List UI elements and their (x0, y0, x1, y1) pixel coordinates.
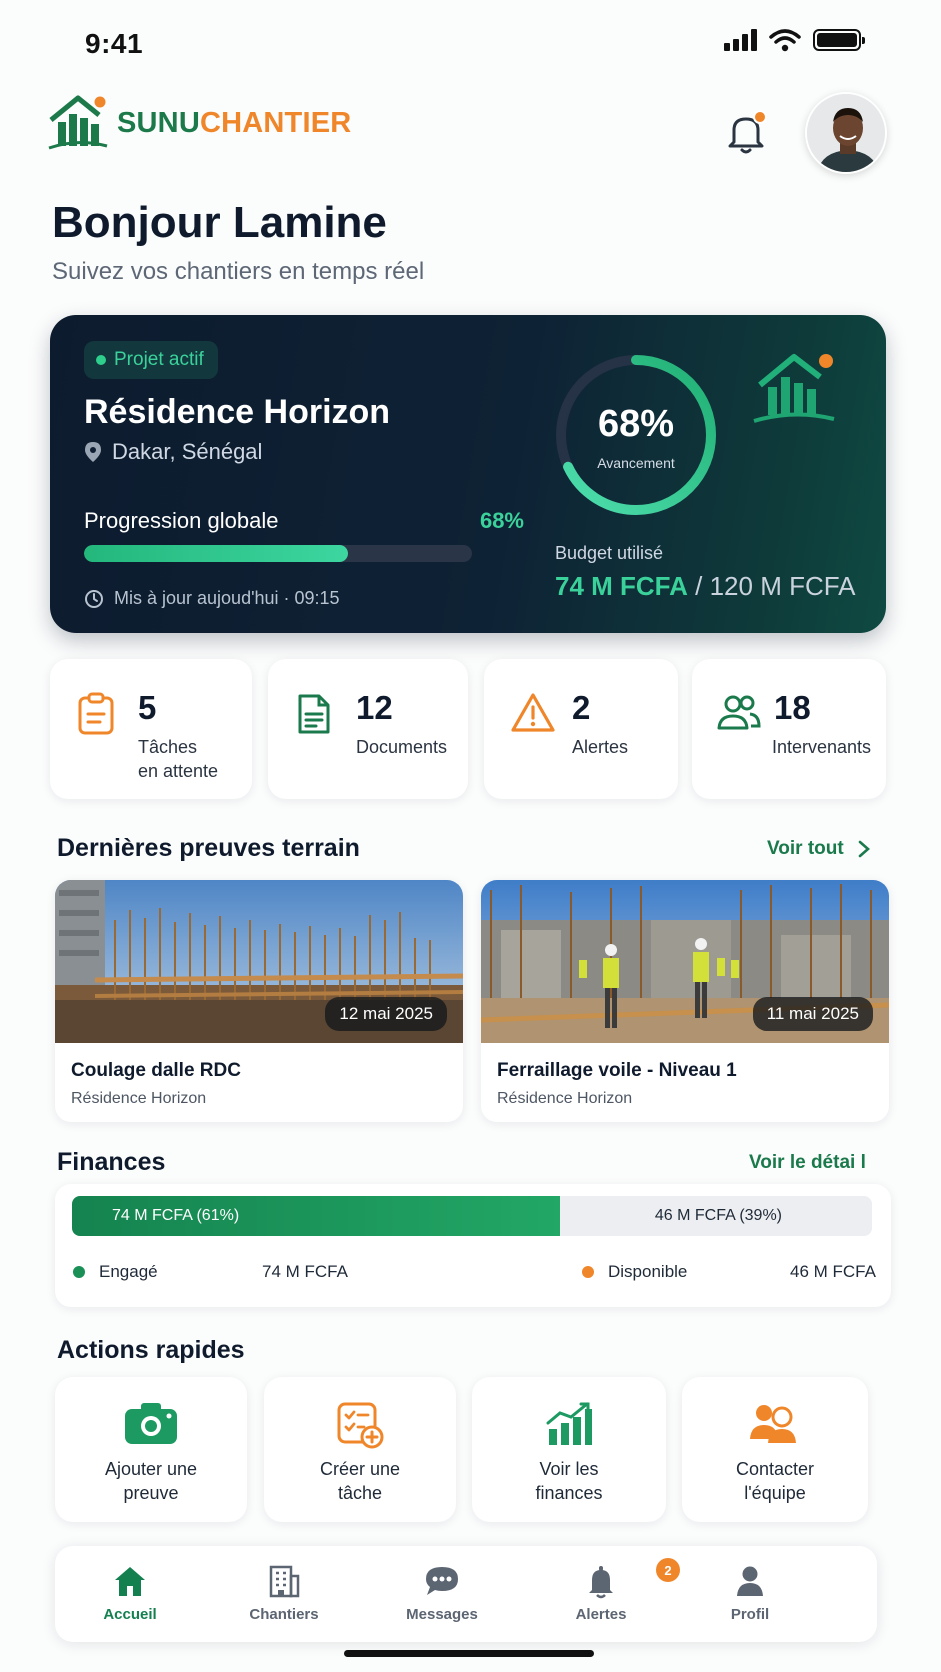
chart-icon (546, 1402, 592, 1445)
bell-icon (728, 110, 767, 154)
logo-house-icon (48, 95, 108, 150)
nav-sites[interactable]: Chantiers (209, 1546, 359, 1642)
legend-available: Disponible (582, 1262, 687, 1282)
home-indicator (344, 1650, 594, 1657)
nav-alerts[interactable]: Alertes (526, 1546, 676, 1642)
project-name: Résidence Horizon (84, 393, 391, 431)
app-name: SUNUCHANTIER (117, 106, 352, 139)
contact-team-icon (750, 1405, 796, 1443)
notification-bell-button[interactable] (722, 108, 770, 156)
engaged-dot-icon (73, 1266, 85, 1278)
active-project-card[interactable]: Projet actif Résidence Horizon Dakar, Sé… (50, 315, 886, 633)
users-icon (717, 695, 761, 730)
stat-label: Alertes (572, 737, 629, 757)
nav-messages[interactable]: Messages (367, 1546, 517, 1642)
action-add-evidence[interactable]: Ajouter une preuve (55, 1377, 247, 1522)
bell-icon (589, 1566, 613, 1599)
available-segment-label: 46 M FCFA (39%) (654, 1207, 782, 1224)
task-add-icon (337, 1402, 384, 1449)
status-icons (724, 28, 865, 52)
available-dot-icon (582, 1266, 594, 1278)
evidence-date: 12 mai 2025 (325, 997, 447, 1031)
battery-icon (813, 29, 865, 51)
evidence-card[interactable]: 12 mai 2025 Coulage dalle RDC Résidence … (55, 880, 463, 1122)
evidence-title: Coulage dalle RDC (71, 1060, 241, 1081)
chat-icon (426, 1567, 458, 1595)
available-amount: 46 M FCFA (790, 1262, 876, 1281)
last-updated: Mis à jour aujoud'hui · 09:15 (84, 588, 340, 609)
evidence-section-title: Dernières preuves terrain (57, 834, 360, 862)
stat-value: 2 (572, 689, 591, 726)
project-logo-icon (753, 354, 835, 423)
nav-profile[interactable]: Profil (675, 1546, 825, 1642)
stat-card-tasks[interactable]: 5 Tâches en attente (50, 659, 252, 799)
action-view-finances[interactable]: Voir les finances (472, 1377, 666, 1522)
stat-label: Intervenants (772, 737, 872, 757)
status-dot-icon (96, 355, 106, 365)
stat-card-stakeholders[interactable]: 18 Intervenants (692, 659, 886, 799)
progress-label: Progression globale (84, 508, 279, 533)
nav-home[interactable]: Accueil (55, 1546, 205, 1642)
project-location: Dakar, Sénégal (84, 439, 262, 465)
ring-label: Avancement (597, 455, 675, 471)
camera-icon (125, 1403, 177, 1444)
quick-actions-title: Actions rapides (57, 1336, 245, 1364)
project-status-badge: Projet actif (84, 341, 218, 379)
finances-section-title: Finances (57, 1148, 166, 1176)
document-icon (298, 694, 330, 734)
stat-card-documents[interactable]: 12 Documents (268, 659, 468, 799)
stat-label: Documents (356, 737, 448, 757)
evidence-project: Résidence Horizon (497, 1090, 633, 1107)
action-create-task[interactable]: Créer une tâche (264, 1377, 456, 1522)
app-logo: SUNUCHANTIER (47, 94, 351, 152)
stat-value: 12 (356, 689, 393, 726)
greeting-title: Bonjour Lamine (52, 198, 387, 247)
chevron-right-icon (858, 840, 870, 858)
legend-engaged: Engagé (73, 1262, 158, 1282)
evidence-date: 11 mai 2025 (752, 997, 873, 1031)
finance-split-bar: 74 M FCFA (61%) 46 M FCFA (39%) (72, 1196, 872, 1236)
budget-label: Budget utilisé (555, 543, 664, 563)
evidence-project: Résidence Horizon (71, 1090, 207, 1107)
status-time: 9:41 (85, 28, 144, 59)
greeting-subtitle: Suivez vos chantiers en temps réel (52, 258, 425, 285)
signal-icon (724, 29, 757, 51)
location-pin-icon (85, 442, 101, 462)
ring-value: 68% (597, 403, 675, 445)
engaged-segment: 74 M FCFA (61%) (72, 1196, 560, 1236)
progress-bar-fill (84, 545, 348, 562)
user-avatar[interactable] (805, 92, 887, 174)
bottom-navigation: Accueil Chantiers Messages Alertes Profi… (55, 1546, 877, 1642)
budget-value: 74 M FCFA / 120 M FCFA (555, 571, 856, 601)
finances-card[interactable]: 74 M FCFA (61%) 46 M FCFA (39%) Engagé 7… (55, 1184, 891, 1307)
see-all-link[interactable]: Voir tout (767, 838, 870, 860)
stat-value: 18 (774, 689, 811, 726)
finance-detail-link[interactable]: Voir le détai l (749, 1152, 866, 1174)
stat-card-alerts[interactable]: 2 Alertes (484, 659, 678, 799)
action-contact-team[interactable]: Contacter l'équipe (682, 1377, 868, 1522)
evidence-title: Ferraillage voile - Niveau 1 (497, 1060, 737, 1081)
stat-label: Tâches en attente (138, 737, 219, 781)
wifi-icon (769, 29, 801, 52)
profile-icon (737, 1566, 763, 1596)
home-icon (115, 1567, 145, 1596)
clock-icon (85, 589, 103, 608)
evidence-photo: 11 mai 2025 (481, 880, 889, 1043)
evidence-card[interactable]: 11 mai 2025 Ferraillage voile - Niveau 1… (481, 880, 889, 1122)
alerts-count-badge: 2 (656, 1558, 680, 1582)
progress-bar (84, 545, 472, 562)
stat-value: 5 (138, 689, 157, 726)
engaged-amount: 74 M FCFA (262, 1262, 348, 1281)
progress-value: 68% (479, 508, 524, 533)
warning-icon (511, 693, 555, 732)
clipboard-icon (78, 692, 114, 735)
building-icon (269, 1565, 300, 1598)
evidence-photo: 12 mai 2025 (55, 880, 463, 1043)
